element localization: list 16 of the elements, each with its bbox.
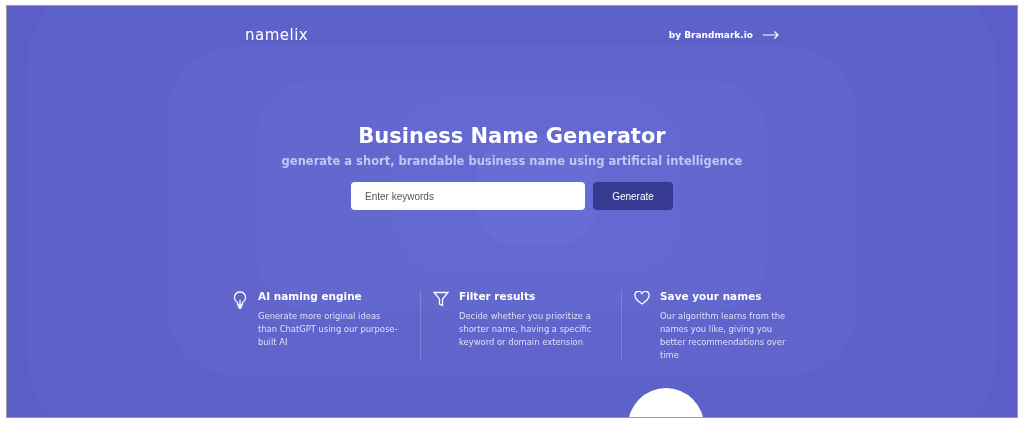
feature-description: Our algorithm learns from the names you like, giving you better recommendations over time [660,310,787,362]
brandmark-link[interactable]: by Brandmark.io [668,30,779,40]
feature-title: Save your names [660,290,763,302]
filter-icon [433,291,449,307]
feature-title: Filter results [459,290,537,302]
page-title: Business Name Generator [358,124,666,148]
lightbulb-icon [233,291,247,309]
page-subtitle: generate a short, brandable business name using artificial intelligence [281,154,743,168]
keywords-input[interactable]: Enter keywords [351,182,585,210]
generate-button[interactable]: Generate [593,182,673,210]
heart-icon [634,291,650,305]
feature-title: AI naming engine [258,290,363,302]
arrow-right-icon [763,31,779,39]
feature-description: Generate more original ideas than ChatGPT using our purpose-built AI [258,310,398,349]
feature-description: Decide whether you prioritize a shorter name, having a specific keyword or domain extension [459,310,593,349]
logo[interactable]: namelix [245,26,309,44]
